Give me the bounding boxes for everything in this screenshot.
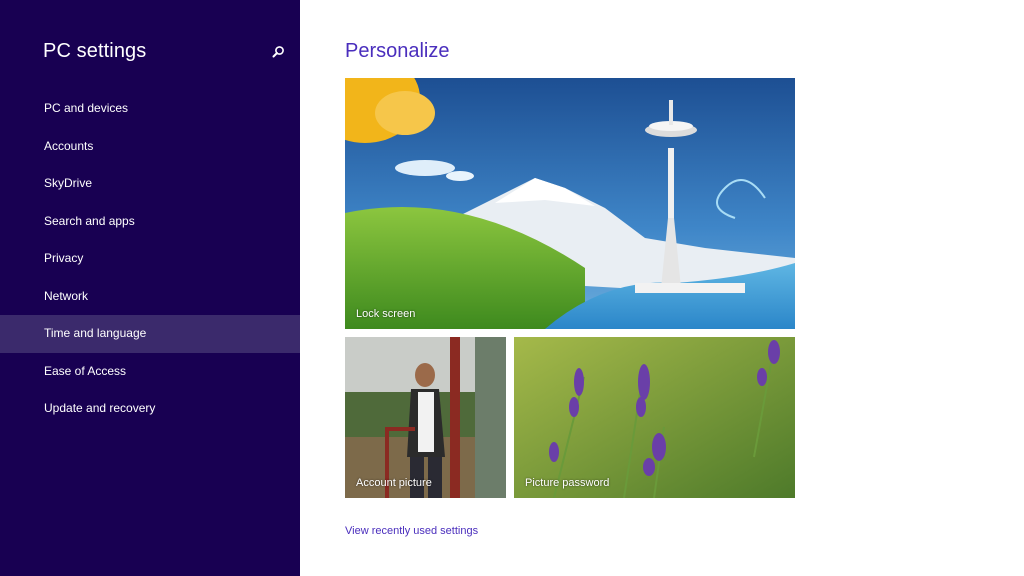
sidebar-item-pc-and-devices[interactable]: PC and devices bbox=[0, 90, 300, 128]
sidebar-item-accounts[interactable]: Accounts bbox=[0, 128, 300, 166]
sidebar-title: PC settings bbox=[43, 40, 147, 62]
sidebar-item-update-and-recovery[interactable]: Update and recovery bbox=[0, 390, 300, 428]
account-picture-image bbox=[345, 337, 506, 498]
pc-settings-app: PC settings PC and devices Accounts SkyD… bbox=[0, 0, 1024, 576]
lock-screen-tile[interactable]: Lock screen bbox=[345, 78, 795, 329]
picture-password-tile[interactable]: Picture password bbox=[514, 337, 795, 498]
account-picture-tile[interactable]: Account picture bbox=[345, 337, 506, 498]
search-icon[interactable] bbox=[270, 44, 286, 60]
picture-password-label: Picture password bbox=[525, 477, 610, 489]
main-content: Personalize Lock screen Account picture … bbox=[300, 0, 1024, 576]
sidebar-item-privacy[interactable]: Privacy bbox=[0, 240, 300, 278]
sidebar: PC settings PC and devices Accounts SkyD… bbox=[0, 0, 300, 576]
page-title: Personalize bbox=[345, 40, 450, 62]
sidebar-item-network[interactable]: Network bbox=[0, 278, 300, 316]
sidebar-nav: PC and devices Accounts SkyDrive Search … bbox=[0, 90, 300, 428]
lock-screen-image bbox=[345, 78, 795, 329]
picture-password-image bbox=[514, 337, 795, 498]
account-picture-label: Account picture bbox=[356, 477, 432, 489]
sidebar-item-ease-of-access[interactable]: Ease of Access bbox=[0, 353, 300, 391]
view-recent-settings-link[interactable]: View recently used settings bbox=[345, 525, 478, 537]
lock-screen-label: Lock screen bbox=[356, 308, 416, 320]
sidebar-item-search-and-apps[interactable]: Search and apps bbox=[0, 203, 300, 241]
sidebar-item-time-and-language[interactable]: Time and language bbox=[0, 315, 300, 353]
sidebar-item-skydrive[interactable]: SkyDrive bbox=[0, 165, 300, 203]
